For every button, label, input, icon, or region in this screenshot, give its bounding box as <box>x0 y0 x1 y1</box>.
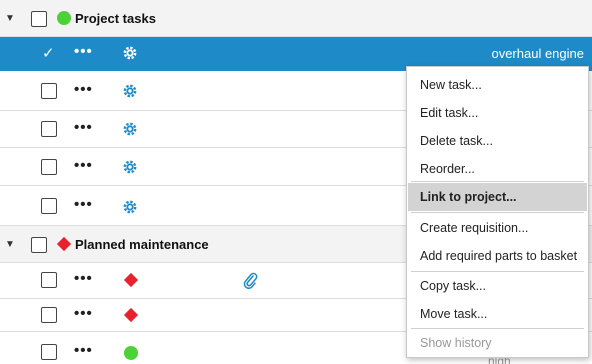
menu-separator <box>411 181 584 182</box>
group-checkbox[interactable] <box>31 11 47 27</box>
row-checkbox[interactable] <box>41 121 57 137</box>
caret-down-icon[interactable]: ▼ <box>5 239 15 250</box>
menu-item-edit-task[interactable]: Edit task... <box>408 99 587 127</box>
context-menu: New task... Edit task... Delete task... … <box>406 66 589 358</box>
gear-icon[interactable] <box>122 45 138 61</box>
status-diamond-icon <box>56 236 72 252</box>
menu-item-delete-task[interactable]: Delete task... <box>408 127 587 155</box>
more-icon[interactable]: ••• <box>74 157 93 174</box>
paperclip-icon[interactable] <box>242 271 258 289</box>
more-icon[interactable]: ••• <box>74 305 93 322</box>
more-icon[interactable]: ••• <box>74 196 93 213</box>
row-checkbox[interactable] <box>41 272 57 288</box>
group-checkbox[interactable] <box>31 237 47 253</box>
more-icon[interactable]: ••• <box>74 342 93 359</box>
group-row-project-tasks[interactable]: ▼ Project tasks <box>0 0 592 37</box>
row-checkbox[interactable] <box>41 307 57 323</box>
row-checkbox[interactable] <box>41 344 57 360</box>
gear-icon[interactable] <box>122 159 138 175</box>
status-diamond-icon <box>123 272 139 288</box>
menu-item-new-task[interactable]: New task... <box>408 71 587 99</box>
group-title: Project tasks <box>75 11 156 26</box>
row-checkbox[interactable] <box>41 159 57 175</box>
task-title: overhaul engine <box>491 46 584 61</box>
menu-item-add-parts-to-basket[interactable]: Add required parts to basket <box>408 242 587 270</box>
menu-item-link-to-project[interactable]: Link to project... <box>408 183 587 211</box>
check-icon[interactable]: ✓ <box>42 44 55 62</box>
gear-icon[interactable] <box>122 121 138 137</box>
status-dot-icon <box>124 346 138 360</box>
status-dot-icon <box>57 11 71 25</box>
menu-item-move-task[interactable]: Move task... <box>408 300 587 328</box>
menu-item-show-history: Show history <box>420 336 492 350</box>
more-icon[interactable]: ••• <box>74 119 93 136</box>
more-icon[interactable]: ••• <box>74 43 93 60</box>
gear-icon[interactable] <box>122 83 138 99</box>
row-checkbox[interactable] <box>41 83 57 99</box>
menu-item-create-requisition[interactable]: Create requisition... <box>408 214 587 242</box>
more-icon[interactable]: ••• <box>74 81 93 98</box>
menu-item-copy-task[interactable]: Copy task... <box>408 272 587 300</box>
row-checkbox[interactable] <box>41 198 57 214</box>
caret-down-icon[interactable]: ▼ <box>5 13 15 24</box>
menu-separator <box>411 212 584 213</box>
gear-icon[interactable] <box>122 199 138 215</box>
menu-item-reorder[interactable]: Reorder... <box>408 155 587 183</box>
status-diamond-icon <box>123 307 139 323</box>
group-title: Planned maintenance <box>75 237 209 252</box>
more-icon[interactable]: ••• <box>74 270 93 287</box>
